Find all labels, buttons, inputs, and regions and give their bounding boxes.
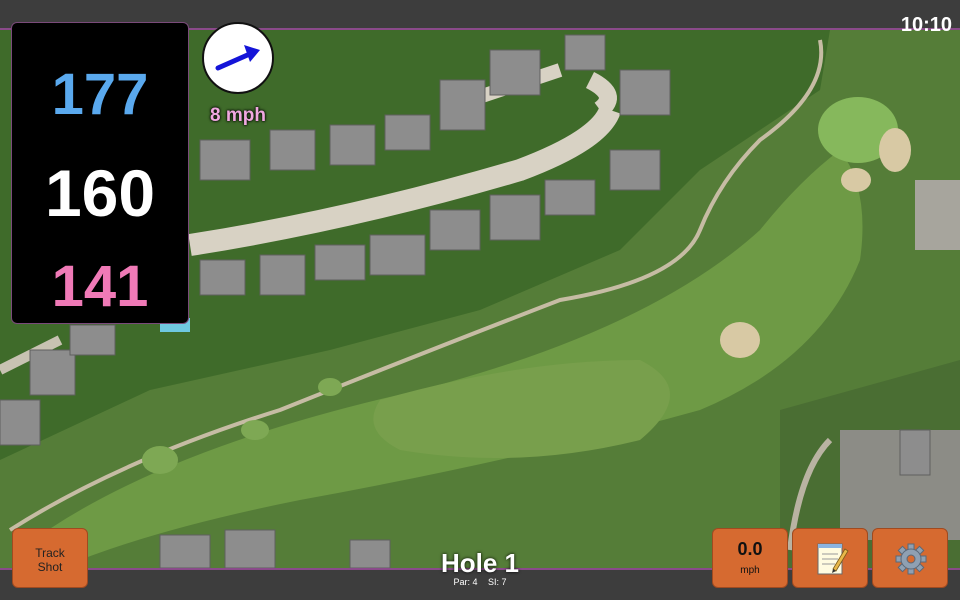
track-shot-label-line1: Track xyxy=(35,546,65,560)
wind-indicator xyxy=(202,22,274,94)
notes-button[interactable] xyxy=(792,528,868,588)
distance-middle: 160 xyxy=(44,156,156,230)
wind-direction-arrow-icon xyxy=(215,45,260,71)
settings-button[interactable] xyxy=(872,528,948,588)
speed-unit: mph xyxy=(740,565,760,576)
speed-value: 0.0 xyxy=(737,539,763,559)
notepad-icon xyxy=(817,543,849,575)
yardage-panel: 177 160 141 xyxy=(11,22,189,324)
wind-speed-label: 8 mph xyxy=(210,105,266,126)
hole-par: Par: 4 xyxy=(453,577,478,587)
track-shot-label-line2: Shot xyxy=(37,560,63,574)
distance-front: 141 xyxy=(51,254,149,319)
speed-button[interactable]: 0.0 mph xyxy=(712,528,788,588)
track-shot-label: Track Shot xyxy=(13,546,87,574)
distance-back: 177 xyxy=(51,62,149,127)
hole-info: Par: 4 SI: 7 xyxy=(380,577,580,587)
track-shot-button[interactable]: Track Shot xyxy=(12,528,88,588)
hole-title: Hole 1 xyxy=(440,548,520,578)
hole-stroke-index: SI: 7 xyxy=(488,577,507,587)
clock: 10:10 xyxy=(900,14,952,36)
gear-icon xyxy=(895,543,927,575)
